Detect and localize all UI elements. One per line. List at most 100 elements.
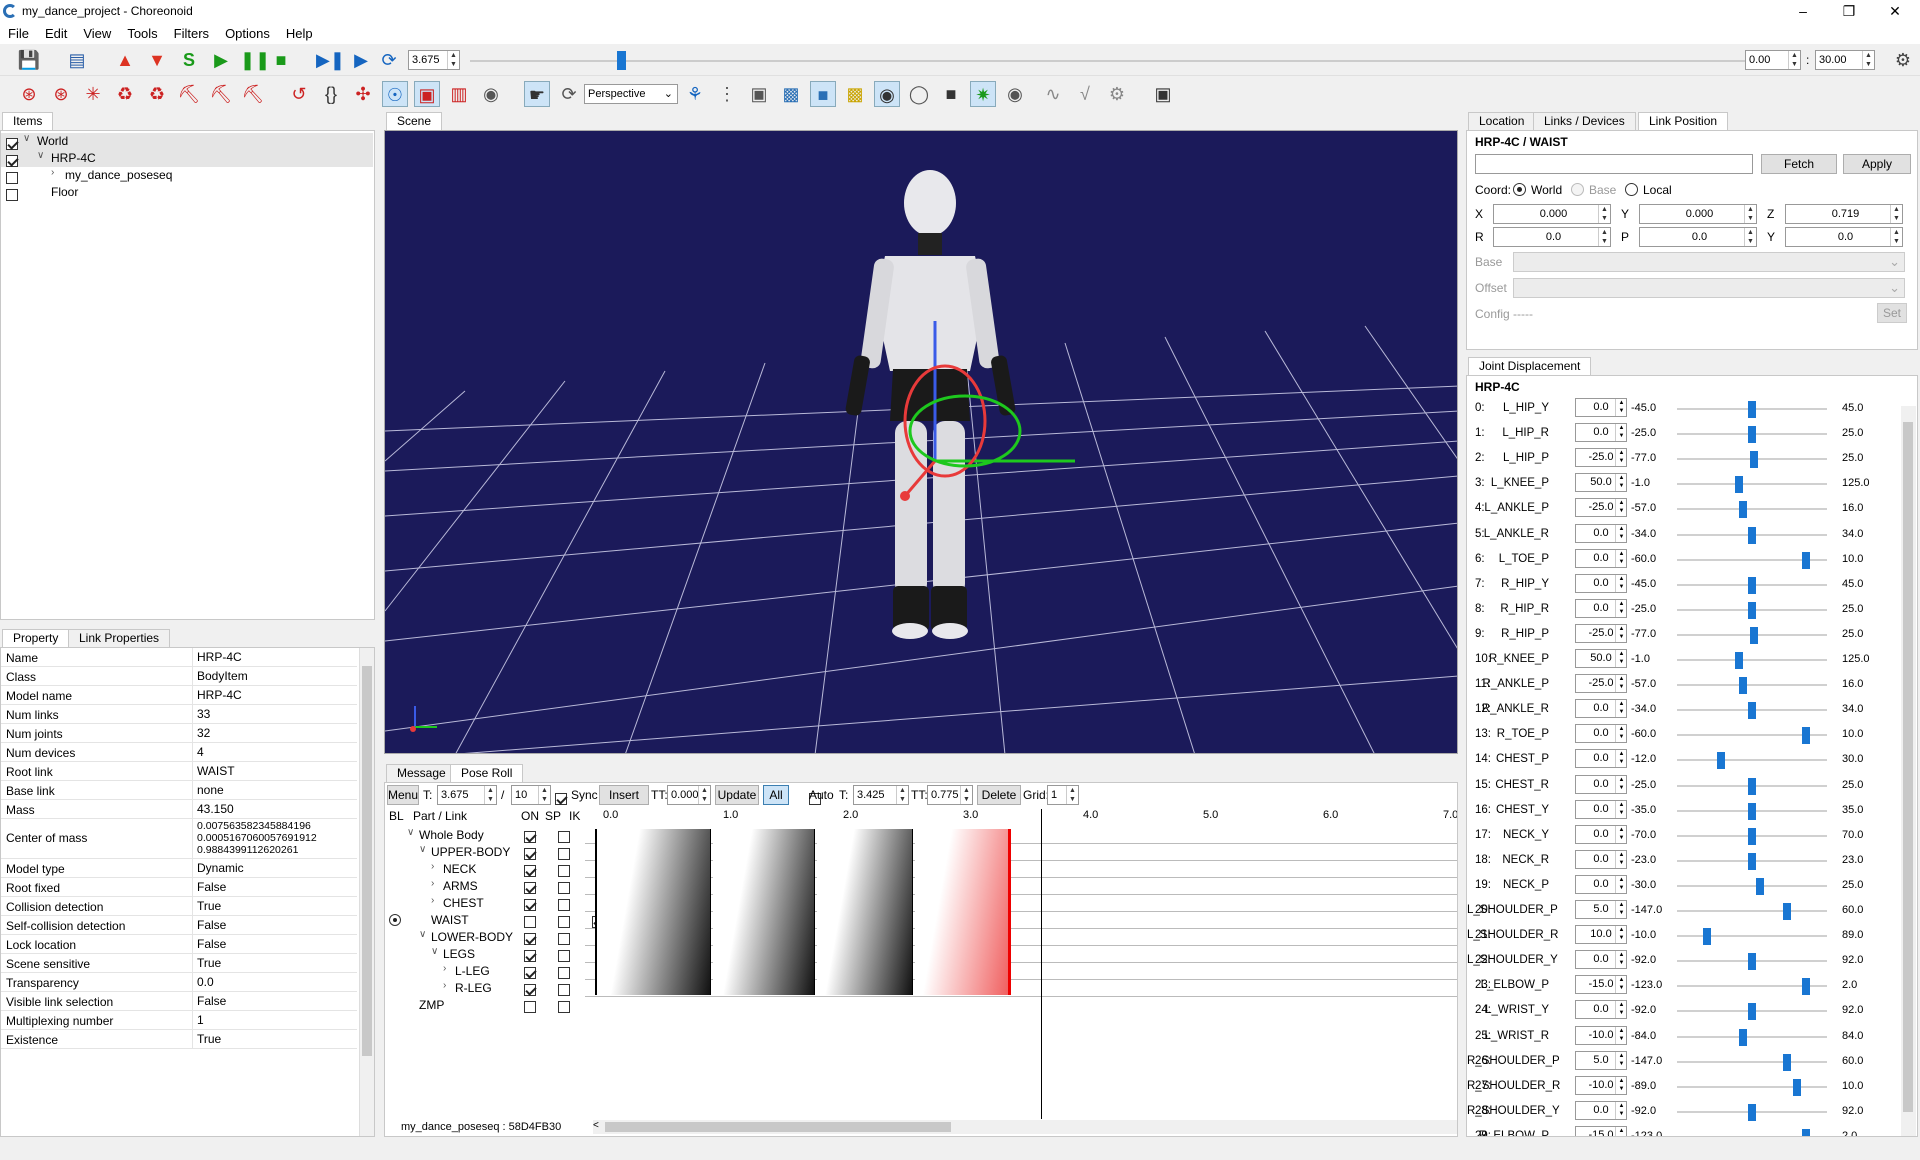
link-name-input[interactable]	[1475, 154, 1753, 174]
property-row[interactable]: Collision detection True	[1, 897, 357, 916]
property-value[interactable]: True	[192, 897, 221, 916]
joint-slider-thumb[interactable]	[1782, 1053, 1791, 1071]
part-on-checkbox[interactable]	[524, 847, 536, 860]
property-row[interactable]: Num joints 32	[1, 724, 357, 743]
body-origin-icon[interactable]: ⊛	[16, 81, 42, 107]
grid-input[interactable]: 1 ▲ ▼	[1047, 785, 1079, 805]
joint-slider-thumb[interactable]	[1748, 777, 1756, 795]
pose-keyframe-4-selected[interactable]	[915, 829, 1011, 995]
timeline-scrollbar-thumb[interactable]	[605, 1122, 951, 1132]
joint-spin-arrows[interactable]: ▲▼	[1615, 875, 1627, 893]
pose-keyframe-1[interactable]	[595, 829, 711, 995]
joint-spin-arrows[interactable]: ▲▼	[1615, 850, 1627, 868]
joint-slider-thumb[interactable]	[1748, 852, 1756, 870]
fetch-button[interactable]: Fetch	[1761, 154, 1837, 174]
x-input[interactable]: 0.000 ▲ ▼	[1493, 204, 1611, 224]
menu-tools[interactable]: Tools	[119, 24, 165, 41]
joint-slider-track[interactable]	[1677, 759, 1827, 762]
camera-select-icon[interactable]: ⚘	[682, 81, 708, 107]
time-input[interactable]: 3.675 ▲ ▼	[408, 50, 460, 70]
joint-slider-thumb[interactable]	[1802, 727, 1810, 745]
render-settings-icon[interactable]: ◉	[1002, 81, 1028, 107]
coord-local-radio[interactable]	[1625, 183, 1638, 196]
property-value[interactable]: False	[192, 878, 226, 897]
joint-slider-thumb[interactable]	[1748, 1103, 1756, 1121]
apply-button[interactable]: Apply	[1843, 154, 1911, 174]
sim-step-icon[interactable]: ▶	[208, 47, 234, 73]
selected-time-input[interactable]: 3.425 ▲ ▼	[853, 785, 909, 805]
joint-slider-thumb[interactable]	[1734, 652, 1743, 669]
joint-slider-track[interactable]	[1677, 483, 1827, 486]
part-sp-checkbox[interactable]	[558, 898, 570, 911]
joint-spin-arrows[interactable]: ▲▼	[1615, 775, 1627, 793]
tab-joint-displacement[interactable]: Joint Displacement	[1468, 357, 1592, 375]
pose-roll-menu-button[interactable]: Menu	[387, 785, 419, 805]
joint-slider-thumb[interactable]	[1739, 1028, 1747, 1046]
joint-slider-track[interactable]	[1677, 935, 1827, 938]
joint-spin-arrows[interactable]: ▲▼	[1615, 1051, 1627, 1069]
cm-projection-icon[interactable]: ✳	[80, 81, 106, 107]
maximize-button[interactable]: ❐	[1826, 0, 1872, 24]
joint-spin-arrows[interactable]: ▲▼	[1615, 449, 1627, 467]
pose-part-row[interactable]: › CHEST	[385, 895, 585, 912]
joint-slider-thumb[interactable]	[1748, 401, 1756, 418]
coord-world-radio[interactable]	[1513, 183, 1526, 196]
part-on-checkbox[interactable]	[524, 915, 536, 928]
joint-spin-arrows[interactable]: ▲▼	[1615, 424, 1627, 442]
chevron-down-icon[interactable]: ∨	[37, 150, 44, 161]
tree-item[interactable]: ∨ HRP-4C	[1, 150, 373, 167]
joint-slider-track[interactable]	[1677, 1135, 1827, 1136]
tab-pose-roll[interactable]: Pose Roll	[450, 764, 524, 782]
property-value[interactable]: 33	[192, 705, 210, 724]
part-on-checkbox[interactable]	[524, 864, 536, 877]
property-row[interactable]: Visible link selection False	[1, 992, 357, 1011]
joint-slider-thumb[interactable]	[1748, 576, 1756, 594]
chevron-down-icon[interactable]: ∨	[23, 133, 30, 144]
pose-time-input[interactable]: 3.675 ▲ ▼	[437, 785, 497, 805]
fk-mode-icon[interactable]: ↺	[286, 81, 312, 107]
tree-item[interactable]: › my_dance_poseseq	[1, 167, 373, 184]
joint-spin-arrows[interactable]: ▲▼	[1615, 1126, 1627, 1136]
property-row[interactable]: Num devices 4	[1, 743, 357, 762]
joint-spin-arrows[interactable]: ▲▼	[1615, 524, 1627, 542]
pose-part-row[interactable]: ZMP	[385, 997, 585, 1014]
tree-item-checkbox[interactable]	[6, 171, 18, 184]
view-reset-icon[interactable]: ⟳	[556, 81, 582, 107]
joint-slider-thumb[interactable]	[1748, 802, 1756, 820]
offset-select[interactable]: ⌄	[1513, 278, 1905, 298]
joint-slider-thumb[interactable]	[1748, 702, 1756, 720]
joint-slider-track[interactable]	[1677, 659, 1827, 661]
settings-gear-icon[interactable]: ⚙	[1890, 47, 1916, 73]
update-button[interactable]: Update	[715, 785, 759, 805]
joint-slider-track[interactable]	[1677, 1085, 1827, 1088]
joint-spin-arrows[interactable]: ▲▼	[1615, 800, 1627, 818]
tab-links-devices[interactable]: Links / Devices	[1533, 112, 1636, 130]
range-end-input[interactable]: 30.00 ▲ ▼	[1815, 50, 1875, 70]
joint-spin-arrows[interactable]: ▲▼	[1615, 1001, 1627, 1019]
joint-spin-arrows[interactable]: ▲▼	[1615, 1101, 1627, 1119]
property-row[interactable]: Class BodyItem	[1, 667, 357, 686]
toggle-icon[interactable]: ◯	[906, 81, 932, 107]
joint-spin-arrows[interactable]: ▲▼	[1615, 700, 1627, 718]
joint-spin-arrows[interactable]: ▲▼	[1615, 901, 1627, 918]
preset-kinematics-icon[interactable]: ✣	[350, 81, 376, 107]
menu-file[interactable]: File	[0, 24, 37, 41]
property-value[interactable]: none	[192, 781, 224, 800]
part-sp-checkbox[interactable]	[558, 881, 570, 894]
chevron-down-icon[interactable]: ∨	[419, 929, 426, 940]
joint-slider-thumb[interactable]	[1748, 526, 1756, 544]
sim-start-icon[interactable]: ▲	[112, 47, 138, 73]
joint-slider-thumb[interactable]	[1755, 877, 1764, 895]
joint-scrollbar[interactable]	[1901, 406, 1916, 1136]
tab-link-properties[interactable]: Link Properties	[68, 629, 171, 647]
joint-slider-thumb[interactable]	[1802, 1128, 1810, 1136]
view-mode-select[interactable]: Perspective ⌄	[584, 84, 678, 104]
property-value[interactable]: WAIST	[192, 762, 235, 781]
tree-item-checkbox[interactable]	[6, 137, 18, 150]
scene-settings-icon[interactable]: ◉	[478, 81, 504, 107]
tab-items[interactable]: Items	[2, 112, 54, 130]
joint-spin-arrows[interactable]: ▲▼	[1615, 624, 1627, 642]
pose-part-row[interactable]: ∨ UPPER-BODY	[385, 844, 585, 861]
scene-canvas[interactable]	[385, 131, 1458, 754]
part-on-checkbox[interactable]	[524, 932, 536, 945]
